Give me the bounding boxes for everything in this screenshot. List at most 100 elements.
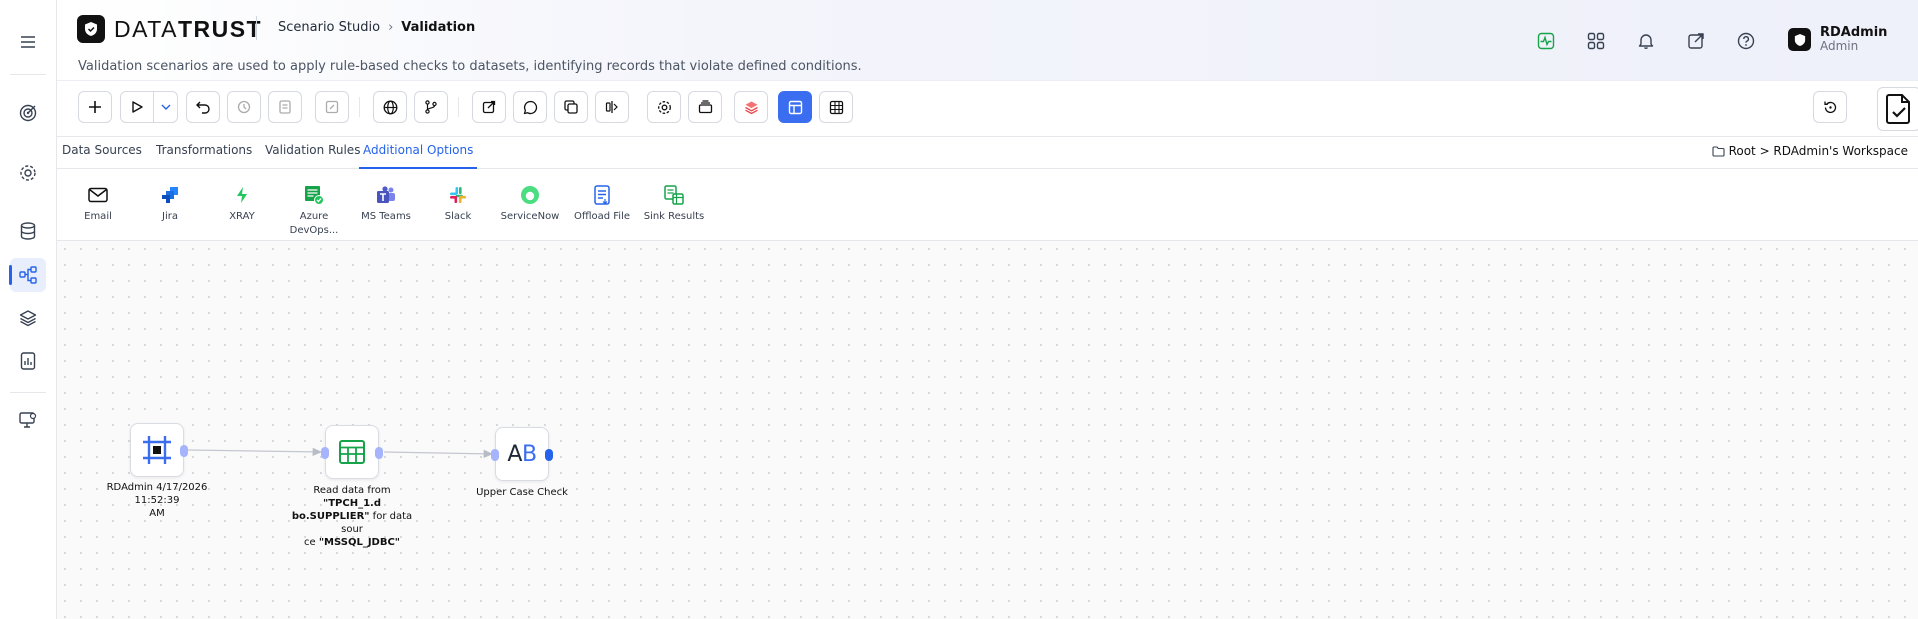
table-view-button[interactable] xyxy=(819,91,853,123)
table-grid-icon xyxy=(339,440,365,464)
edit-button[interactable] xyxy=(315,91,349,123)
palette-item-slack[interactable]: Slack xyxy=(427,184,489,224)
app-header: DATATRUST Scenario Studio › Validation V… xyxy=(57,0,1918,81)
menu-icon[interactable] xyxy=(10,25,46,59)
palette-item-jira[interactable]: Jira xyxy=(139,184,201,224)
palette-item-offload-file[interactable]: Offload File xyxy=(571,184,633,224)
toolbar-divider xyxy=(458,97,459,117)
palette-item-ms-teams[interactable]: MS Teams xyxy=(355,184,417,224)
workspace-path-text: Root > RDAdmin's Workspace xyxy=(1728,144,1908,158)
layers-icon[interactable] xyxy=(10,301,46,335)
toolbar xyxy=(57,81,1918,137)
palette-item-servicenow[interactable]: ServiceNow xyxy=(499,184,561,224)
external-link-icon[interactable] xyxy=(1685,30,1707,52)
settings-icon xyxy=(657,100,671,114)
archive-button[interactable] xyxy=(688,91,722,123)
input-port[interactable] xyxy=(321,447,329,459)
globe-button[interactable] xyxy=(373,91,407,123)
undo-icon xyxy=(196,101,210,114)
servicenow-icon xyxy=(519,184,541,206)
slack-icon xyxy=(447,184,469,206)
start-node-label: RDAdmin 4/17/2026 11:52:39 AM xyxy=(106,482,208,519)
output-port[interactable] xyxy=(375,447,383,459)
settings-icon[interactable] xyxy=(10,156,46,190)
sink-results-icon xyxy=(663,184,685,206)
run-button[interactable] xyxy=(120,91,154,123)
workflow-icon[interactable] xyxy=(9,258,46,292)
duplicate-button[interactable] xyxy=(554,91,588,123)
user-menu[interactable]: RDAdmin Admin xyxy=(1788,26,1887,53)
user-info: RDAdmin Admin xyxy=(1820,26,1887,53)
validation-document-icon xyxy=(1886,94,1910,124)
text-case-icon: AB xyxy=(507,441,537,467)
globe-icon xyxy=(383,100,397,114)
edge-read-to-rule[interactable] xyxy=(383,449,494,458)
comment-button[interactable] xyxy=(513,91,547,123)
tab-additional-options[interactable]: Additional Options xyxy=(359,143,478,169)
start-node[interactable] xyxy=(130,423,188,477)
tab-bar: Data Sources Transformations Validation … xyxy=(57,137,1918,169)
left-rail xyxy=(0,0,57,619)
user-role: Admin xyxy=(1820,39,1859,53)
output-port[interactable] xyxy=(545,449,553,461)
branch-button[interactable] xyxy=(414,91,448,123)
add-button[interactable] xyxy=(78,91,112,123)
header-divider xyxy=(256,16,257,40)
open-external-icon xyxy=(482,100,496,114)
add-icon xyxy=(89,101,101,113)
workspace-path[interactable]: Root > RDAdmin's Workspace xyxy=(1712,144,1908,158)
layout-icon xyxy=(788,100,802,114)
layout-view-button[interactable] xyxy=(778,91,812,123)
input-port[interactable] xyxy=(491,449,499,461)
brand-name: DATATRUST xyxy=(114,15,263,42)
shield-icon xyxy=(77,15,105,43)
activity-icon[interactable] xyxy=(1535,30,1557,52)
bell-icon[interactable] xyxy=(1635,30,1657,52)
logo[interactable]: DATATRUST xyxy=(77,15,262,43)
edit-icon xyxy=(325,100,339,114)
options-palette: Email Jira XRAY Azure DevOps... MS Teams… xyxy=(57,169,1918,241)
layers-button[interactable] xyxy=(734,91,768,123)
database-icon[interactable] xyxy=(10,214,46,248)
help-icon[interactable] xyxy=(1735,30,1757,52)
settings-button[interactable] xyxy=(647,91,681,123)
upper-case-check-node[interactable]: AB xyxy=(491,427,553,481)
audit-icon xyxy=(279,100,291,114)
restore-button[interactable] xyxy=(1813,91,1847,123)
frame-icon xyxy=(143,436,171,464)
palette-item-xray[interactable]: XRAY xyxy=(211,184,273,224)
audit-button[interactable] xyxy=(268,91,302,123)
run-options-button[interactable] xyxy=(154,91,178,123)
chevron-down-icon xyxy=(161,104,170,110)
azure-devops-icon xyxy=(303,184,325,206)
table-icon xyxy=(829,100,843,114)
monitor-settings-icon[interactable] xyxy=(10,403,46,437)
undo-button[interactable] xyxy=(186,91,220,123)
ms-teams-icon xyxy=(375,184,397,206)
xray-icon xyxy=(231,184,253,206)
validation-document-button[interactable] xyxy=(1877,87,1918,131)
read-data-node[interactable] xyxy=(321,425,383,479)
align-button[interactable] xyxy=(595,91,629,123)
breadcrumb: Scenario Studio › Validation xyxy=(278,20,475,35)
apps-grid-icon[interactable] xyxy=(1585,30,1607,52)
palette-item-sink-results[interactable]: Sink Results xyxy=(643,184,705,224)
align-icon xyxy=(605,101,618,113)
edge-start-to-read[interactable] xyxy=(187,447,323,457)
output-port[interactable] xyxy=(180,445,188,457)
breadcrumb-item[interactable]: Scenario Studio xyxy=(278,20,380,35)
jira-icon xyxy=(159,184,181,206)
tab-validation-rules[interactable]: Validation Rules xyxy=(265,143,360,169)
target-icon[interactable] xyxy=(10,96,46,130)
palette-item-email[interactable]: Email xyxy=(67,184,129,224)
workflow-canvas[interactable]: RDAdmin 4/17/2026 11:52:39 AM Read data … xyxy=(57,241,1918,619)
duplicate-icon xyxy=(564,100,578,114)
history-button[interactable] xyxy=(227,91,261,123)
open-external-button[interactable] xyxy=(472,91,506,123)
avatar xyxy=(1788,28,1811,51)
user-name: RDAdmin xyxy=(1820,25,1888,40)
tab-transformations[interactable]: Transformations xyxy=(156,143,252,169)
report-icon[interactable] xyxy=(10,344,46,378)
palette-item-azure-devops[interactable]: Azure DevOps... xyxy=(283,184,345,238)
tab-data-sources[interactable]: Data Sources xyxy=(62,143,142,169)
